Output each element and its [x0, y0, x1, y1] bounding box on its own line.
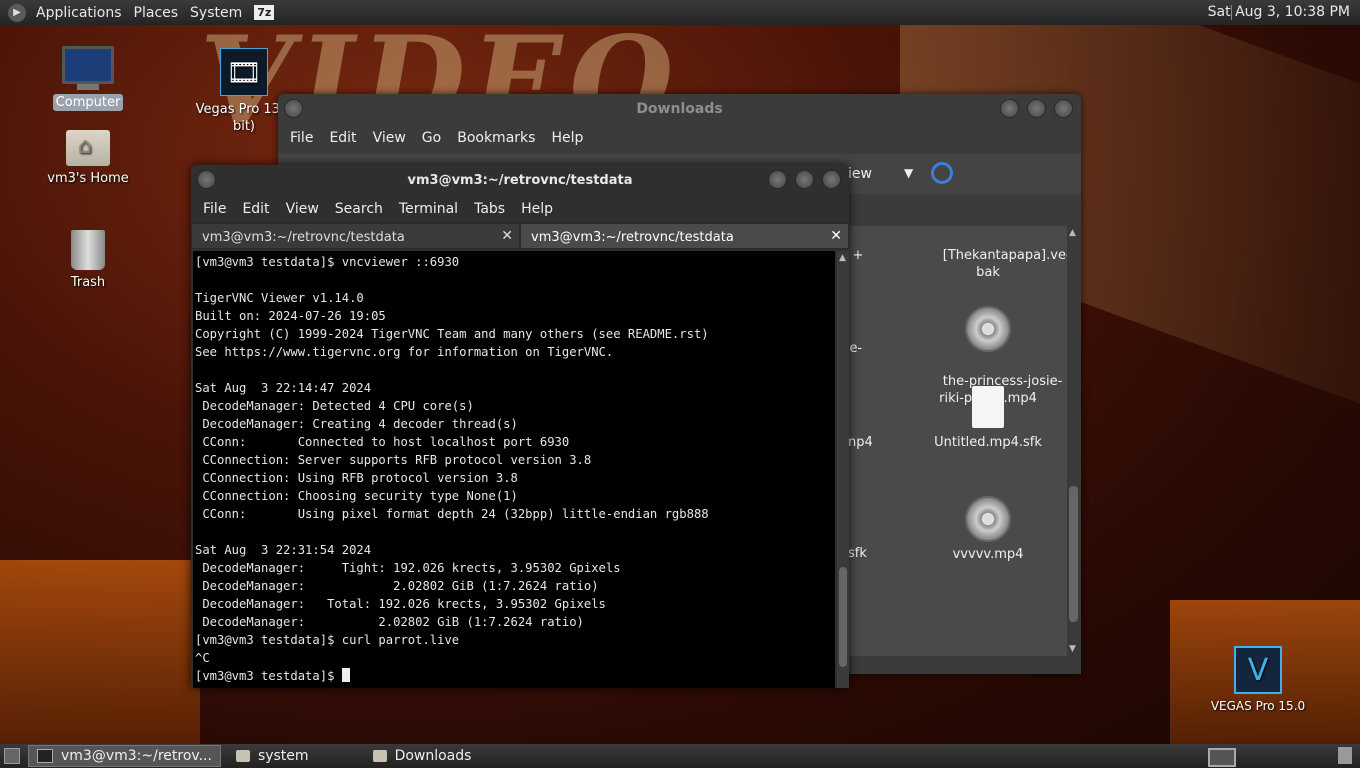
- terminal-tabs: vm3@vm3:~/retrovnc/testdata ✕ vm3@vm3:~/…: [191, 223, 849, 249]
- desktop-icon-vegas15[interactable]: V VEGAS Pro 15.0: [1202, 646, 1314, 714]
- system-menu[interactable]: System: [184, 5, 248, 21]
- maximize-button[interactable]: [795, 170, 814, 189]
- menu-view[interactable]: View: [278, 201, 327, 217]
- scroll-thumb[interactable]: [839, 567, 847, 667]
- file-item[interactable]: Untitled.mp4.sfk: [918, 386, 1058, 451]
- taskbar-label: vm3@vm3:~/retrov...: [61, 748, 212, 764]
- file-item[interactable]: sfk: [848, 545, 888, 562]
- applications-menu[interactable]: Applications: [30, 5, 128, 21]
- distro-logo-icon[interactable]: ▶: [8, 3, 26, 22]
- file-name: vvvvv.mp4: [952, 547, 1024, 562]
- workspace-switcher[interactable]: [1208, 748, 1236, 767]
- 7zip-launcher-icon[interactable]: 7z: [254, 5, 275, 20]
- terminal-titlebar[interactable]: vm3@vm3:~/retrovnc/testdata: [191, 165, 849, 195]
- terminal-tab[interactable]: vm3@vm3:~/retrovnc/testdata ✕: [191, 223, 520, 249]
- taskbar-item-system[interactable]: system: [227, 745, 318, 767]
- document-icon: [972, 386, 1004, 428]
- taskbar-label: Downloads: [394, 748, 472, 764]
- film-reel-icon: [965, 306, 1011, 352]
- menu-file[interactable]: File: [282, 130, 321, 146]
- desktop-icon-computer[interactable]: Computer: [38, 46, 138, 111]
- scroll-up-arrow-icon[interactable]: ▲: [839, 253, 846, 263]
- window-menu-button[interactable]: [197, 170, 216, 189]
- film-reel-icon: [965, 496, 1011, 542]
- taskbar-label: system: [257, 748, 309, 764]
- taskbar-item-terminal[interactable]: vm3@vm3:~/retrov...: [28, 745, 221, 767]
- terminal-scrollbar[interactable]: ▲: [837, 251, 849, 688]
- file-item[interactable]: np4: [848, 434, 888, 451]
- tab-label: vm3@vm3:~/retrovnc/testdata: [202, 230, 405, 245]
- terminal-text: [vm3@vm3 testdata]$ vncviewer ::6930 Tig…: [195, 255, 709, 683]
- menu-edit[interactable]: Edit: [321, 130, 364, 146]
- scroll-up-arrow-icon[interactable]: ▲: [1069, 228, 1076, 238]
- close-button[interactable]: [1054, 99, 1073, 118]
- desktop-icon-home[interactable]: vm3's Home: [38, 130, 138, 187]
- desktop-icon-label: vm3's Home: [47, 171, 129, 186]
- computer-icon: [62, 46, 114, 90]
- close-icon[interactable]: ✕: [830, 228, 842, 244]
- folder-icon: [235, 750, 250, 762]
- vegas-film-icon: 🎞: [220, 48, 268, 96]
- desktop-icon-label: Trash: [70, 275, 106, 290]
- vegas-v-icon: V: [1234, 646, 1282, 694]
- menu-file[interactable]: File: [195, 201, 234, 217]
- minimize-button[interactable]: [1000, 99, 1019, 118]
- window-title: vm3@vm3:~/retrovnc/testdata: [407, 172, 633, 188]
- search-icon[interactable]: [931, 162, 953, 184]
- desktop-icon-label: Computer: [52, 94, 124, 111]
- close-button[interactable]: [822, 170, 841, 189]
- places-menu[interactable]: Places: [128, 5, 185, 21]
- downloads-titlebar[interactable]: Downloads: [278, 94, 1081, 124]
- menu-terminal[interactable]: Terminal: [391, 201, 466, 217]
- menu-bookmarks[interactable]: Bookmarks: [449, 130, 543, 146]
- close-icon[interactable]: ✕: [501, 228, 513, 244]
- terminal-cursor: [341, 668, 350, 682]
- chevron-down-icon[interactable]: ▼: [904, 166, 913, 180]
- file-name: Untitled.mp4.sfk: [934, 435, 1042, 450]
- terminal-window[interactable]: vm3@vm3:~/retrovnc/testdata File Edit Vi…: [191, 165, 849, 688]
- window-title: Downloads: [636, 101, 723, 117]
- desktop-icon-label: VEGAS Pro 15.0: [1210, 699, 1306, 713]
- terminal-output[interactable]: [vm3@vm3 testdata]$ vncviewer ::6930 Tig…: [193, 251, 835, 688]
- file-item[interactable]: vvvvv.mp4: [918, 496, 1058, 563]
- window-menu-button[interactable]: [284, 99, 303, 118]
- menu-help[interactable]: Help: [513, 201, 561, 217]
- maximize-button[interactable]: [1027, 99, 1046, 118]
- trash-icon: [71, 230, 105, 270]
- menu-tabs[interactable]: Tabs: [466, 201, 513, 217]
- menu-help[interactable]: Help: [543, 130, 591, 146]
- terminal-menubar: File Edit View Search Terminal Tabs Help: [191, 195, 849, 223]
- top-panel: ▶ Applications Places System 7z Sat Aug …: [0, 0, 1360, 25]
- clock[interactable]: Sat Aug 3, 10:38 PM: [1208, 4, 1350, 20]
- terminal-icon: [37, 749, 53, 763]
- menu-edit[interactable]: Edit: [234, 201, 277, 217]
- menu-go[interactable]: Go: [414, 130, 449, 146]
- bottom-panel: vm3@vm3:~/retrov... system Downloads: [0, 744, 1360, 768]
- menu-search[interactable]: Search: [327, 201, 391, 217]
- folder-icon: [372, 750, 387, 762]
- downloads-menubar: File Edit View Go Bookmarks Help: [278, 124, 1081, 152]
- scroll-down-arrow-icon[interactable]: ▼: [1069, 644, 1076, 654]
- minimize-button[interactable]: [768, 170, 787, 189]
- wallpaper-tower-left: [0, 560, 200, 744]
- scroll-thumb[interactable]: [1069, 486, 1078, 622]
- menu-view[interactable]: View: [365, 130, 414, 146]
- terminal-tab-active[interactable]: vm3@vm3:~/retrovnc/testdata ✕: [520, 223, 849, 249]
- downloads-scrollbar[interactable]: ▲ ▼: [1067, 226, 1081, 656]
- trash-applet-icon[interactable]: [1338, 747, 1352, 764]
- home-folder-icon: [66, 130, 110, 166]
- taskbar-item-downloads[interactable]: Downloads: [364, 745, 481, 767]
- desktop-icon-trash[interactable]: Trash: [38, 230, 138, 291]
- view-mode-label[interactable]: iew: [848, 166, 872, 182]
- show-desktop-icon[interactable]: [4, 748, 20, 764]
- tab-label: vm3@vm3:~/retrovnc/testdata: [531, 230, 734, 245]
- file-name: sfk: [848, 546, 867, 561]
- file-name: np4: [848, 435, 873, 450]
